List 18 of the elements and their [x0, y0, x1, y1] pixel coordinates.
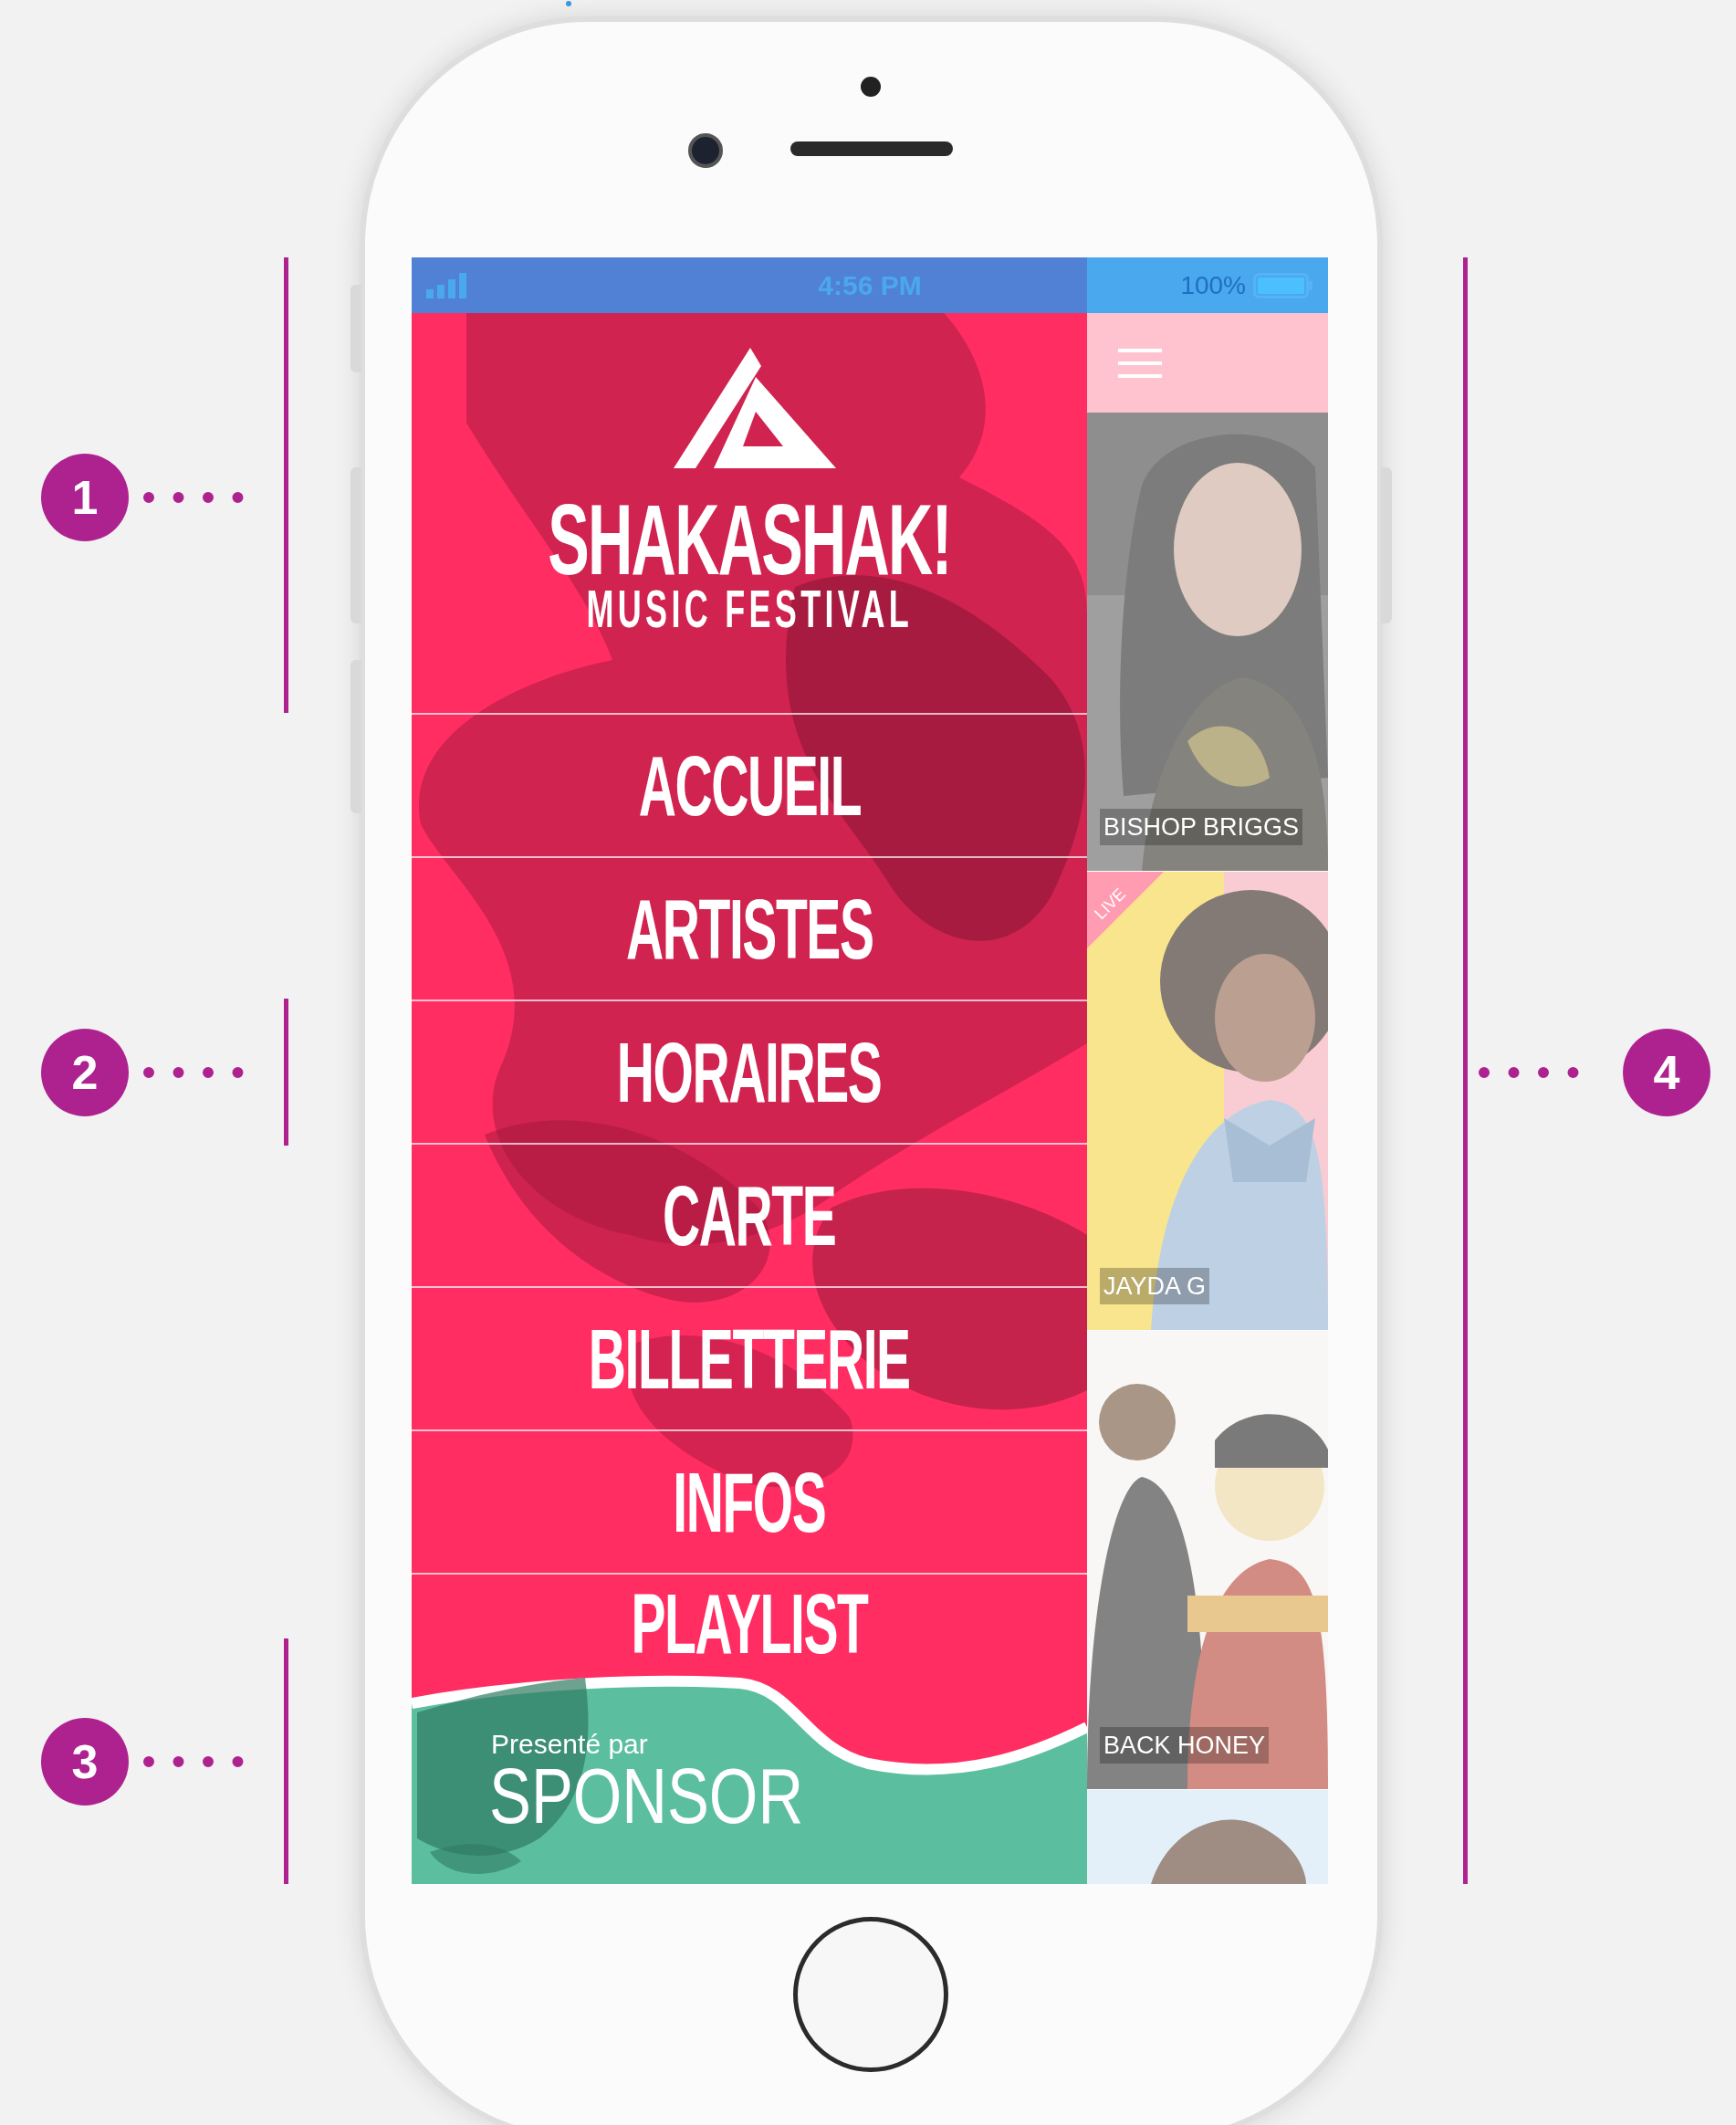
- logo-subtitle: MUSIC FESTIVAL: [586, 582, 913, 635]
- callout-badge: 3: [41, 1718, 129, 1806]
- menu-item[interactable]: ACCUEIL: [638, 743, 861, 828]
- callout-badge: 4: [1623, 1029, 1710, 1116]
- sponsor-caption: Presenté par: [491, 1728, 648, 1761]
- menu-item[interactable]: ARTISTES: [625, 886, 873, 971]
- battery-percent: 100%: [1180, 269, 1246, 301]
- callout-badge: 2: [41, 1029, 129, 1116]
- artist-name[interactable]: JAYDA G: [1100, 1267, 1210, 1304]
- menu-item[interactable]: HORAIRES: [617, 1030, 882, 1115]
- menu-item[interactable]: CARTE: [663, 1173, 836, 1258]
- menu-item[interactable]: PLAYLIST: [631, 1582, 868, 1666]
- menu-item[interactable]: BILLETTERIE: [589, 1316, 910, 1401]
- logo-title: SHAKASHAK!: [548, 494, 951, 584]
- battery-icon: [1253, 272, 1313, 298]
- callout-badge: 1: [41, 454, 129, 541]
- menu-item[interactable]: INFOS: [673, 1460, 826, 1544]
- artist-name[interactable]: BISHOP BRIGGS: [1100, 808, 1303, 845]
